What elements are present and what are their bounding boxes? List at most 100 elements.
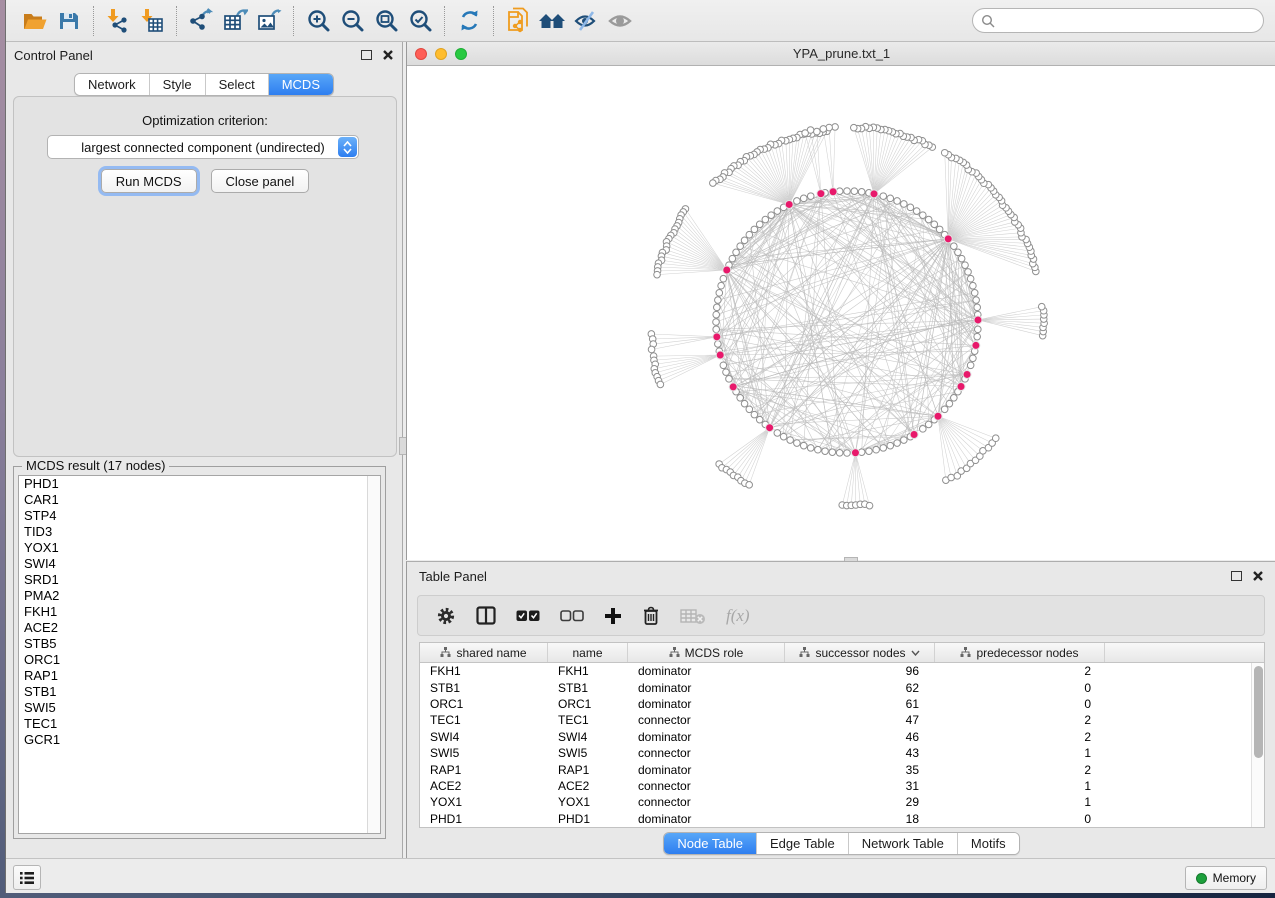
table-row[interactable]: PHD1PHD1dominator180 — [420, 811, 1251, 827]
mcds-hub-node[interactable] — [934, 412, 942, 420]
network-node[interactable] — [715, 297, 722, 304]
mcds-result-item[interactable]: TID3 — [19, 524, 380, 540]
network-node[interactable] — [920, 426, 927, 433]
network-node[interactable] — [967, 275, 974, 282]
memory-button[interactable]: Memory — [1185, 866, 1267, 890]
network-node[interactable] — [720, 275, 727, 282]
network-node[interactable] — [654, 271, 661, 278]
network-canvas[interactable] — [407, 66, 1275, 560]
network-node[interactable] — [714, 304, 721, 311]
table-row[interactable]: TEC1TEC1connector472 — [420, 712, 1251, 728]
network-node[interactable] — [951, 243, 958, 250]
network-node[interactable] — [962, 262, 969, 269]
tab-network[interactable]: Network — [75, 74, 149, 95]
network-node[interactable] — [887, 442, 894, 449]
network-node[interactable] — [737, 395, 744, 402]
mcds-result-item[interactable]: TEC1 — [19, 716, 380, 732]
export-image-icon[interactable] — [252, 5, 286, 37]
network-node[interactable] — [723, 369, 730, 376]
network-node[interactable] — [1038, 303, 1045, 310]
network-node[interactable] — [756, 221, 763, 228]
network-node[interactable] — [746, 231, 753, 238]
network-window-titlebar[interactable]: YPA_prune.txt_1 — [407, 42, 1275, 66]
column-header-mcds-role[interactable]: MCDS role — [628, 643, 785, 662]
network-node[interactable] — [802, 130, 809, 137]
network-node[interactable] — [894, 198, 901, 205]
deselect-all-icon[interactable] — [560, 610, 584, 622]
mcds-hub-node[interactable] — [851, 449, 859, 457]
network-node[interactable] — [973, 297, 980, 304]
network-node[interactable] — [967, 362, 974, 369]
network-node[interactable] — [814, 128, 821, 135]
network-node[interactable] — [913, 208, 920, 215]
mcds-result-item[interactable]: SRD1 — [19, 572, 380, 588]
mcds-result-item[interactable]: PHD1 — [19, 476, 380, 492]
show-column-panel-icon[interactable] — [476, 606, 496, 625]
zoom-in-icon[interactable] — [301, 5, 335, 37]
network-node[interactable] — [925, 421, 932, 428]
mcds-hub-node[interactable] — [870, 190, 878, 198]
network-node[interactable] — [751, 411, 758, 418]
mcds-result-list[interactable]: PHD1CAR1STP4TID3YOX1SWI4SRD1PMA2FKH1ACE2… — [18, 475, 381, 834]
float-panel-icon[interactable] — [361, 50, 372, 60]
network-node[interactable] — [794, 198, 801, 205]
network-node[interactable] — [716, 290, 723, 297]
mcds-result-item[interactable]: PMA2 — [19, 588, 380, 604]
mcds-result-item[interactable]: ORC1 — [19, 652, 380, 668]
tab-motifs[interactable]: Motifs — [957, 833, 1019, 854]
show-task-history-button[interactable] — [13, 865, 41, 890]
mcds-result-item[interactable]: SWI5 — [19, 700, 380, 716]
share-document-icon[interactable] — [501, 5, 535, 37]
network-node[interactable] — [807, 445, 814, 452]
gear-icon[interactable] — [436, 606, 456, 626]
network-node[interactable] — [756, 416, 763, 423]
column-header-name[interactable]: name — [548, 643, 628, 662]
network-node[interactable] — [965, 269, 972, 276]
hide-others-icon[interactable] — [535, 5, 569, 37]
network-node[interactable] — [815, 446, 822, 453]
network-node[interactable] — [894, 440, 901, 447]
import-table-icon[interactable] — [135, 5, 169, 37]
table-scrollbar-thumb[interactable] — [1254, 666, 1263, 758]
network-node[interactable] — [820, 126, 827, 133]
zoom-fit-icon[interactable] — [369, 5, 403, 37]
network-node[interactable] — [715, 341, 722, 348]
tab-node-table[interactable]: Node Table — [664, 833, 756, 854]
search-input[interactable] — [995, 14, 1255, 28]
refresh-icon[interactable] — [452, 5, 486, 37]
close-table-panel-icon[interactable] — [1252, 570, 1264, 582]
mcds-hub-node[interactable] — [729, 383, 737, 391]
network-node[interactable] — [718, 282, 725, 289]
network-node[interactable] — [729, 255, 736, 262]
export-table-icon[interactable] — [218, 5, 252, 37]
network-node[interactable] — [958, 255, 965, 262]
network-node[interactable] — [851, 188, 858, 195]
network-node[interactable] — [787, 437, 794, 444]
mcds-hub-node[interactable] — [723, 266, 731, 274]
network-node[interactable] — [970, 282, 977, 289]
tab-select[interactable]: Select — [205, 74, 268, 95]
mcds-result-item[interactable]: FKH1 — [19, 604, 380, 620]
network-node[interactable] — [713, 311, 720, 318]
close-panel-button[interactable]: Close panel — [211, 169, 310, 193]
mcds-list-scrollbar[interactable] — [367, 476, 380, 833]
column-header-predecessor-nodes[interactable]: predecessor nodes — [935, 643, 1105, 662]
table-scrollbar[interactable] — [1251, 663, 1264, 827]
show-graphics-icon[interactable] — [603, 5, 637, 37]
network-node[interactable] — [800, 442, 807, 449]
network-node[interactable] — [844, 450, 851, 457]
mcds-hub-node[interactable] — [716, 351, 724, 359]
network-node[interactable] — [920, 212, 927, 219]
network-node[interactable] — [948, 474, 955, 481]
network-node[interactable] — [807, 193, 814, 200]
network-node[interactable] — [880, 193, 887, 200]
network-node[interactable] — [648, 346, 655, 353]
network-view[interactable] — [407, 66, 1275, 560]
tab-mcds[interactable]: MCDS — [268, 74, 333, 95]
network-node[interactable] — [974, 333, 981, 340]
mcds-result-item[interactable]: SWI4 — [19, 556, 380, 572]
tab-edge-table[interactable]: Edge Table — [756, 833, 848, 854]
mcds-result-item[interactable]: CAR1 — [19, 492, 380, 508]
network-node[interactable] — [866, 448, 873, 455]
network-node[interactable] — [713, 326, 720, 333]
